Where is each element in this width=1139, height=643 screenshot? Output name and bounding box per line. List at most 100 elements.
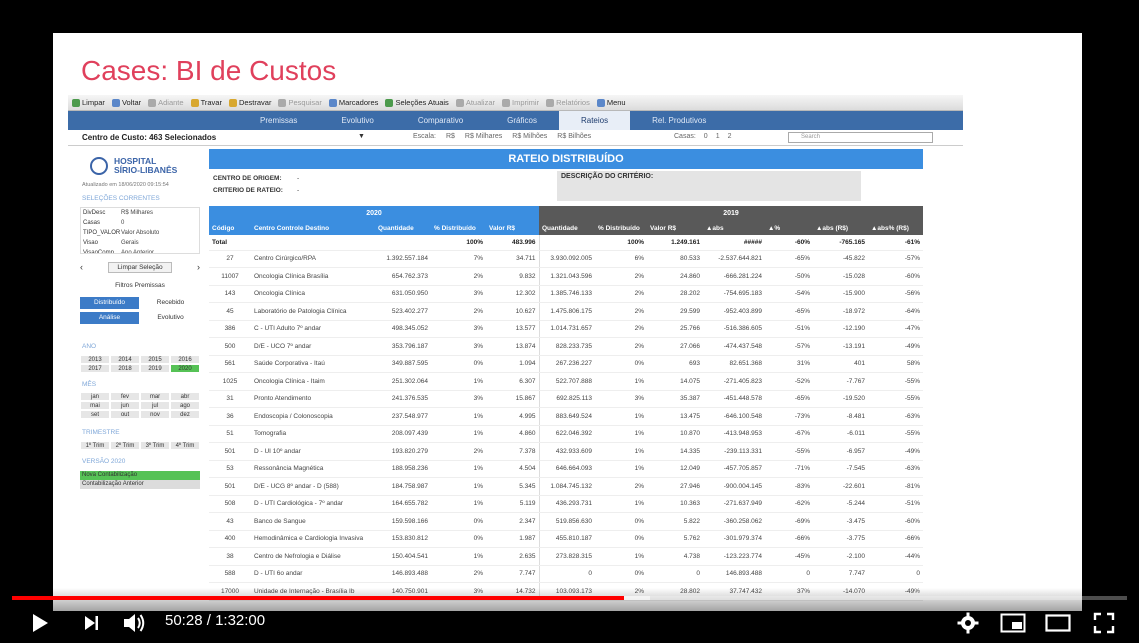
limpar-selecao-button[interactable]: Limpar Seleção — [108, 261, 172, 273]
play-button[interactable] — [27, 610, 53, 636]
toolbar-atualizar-button[interactable]: Atualizar — [455, 98, 495, 107]
table-row[interactable]: 43 Banco de Sangue 159.598.166 0% 2.347 519.8… — [209, 512, 923, 531]
versao-option-2[interactable]: Contabilização Anterior — [80, 480, 200, 489]
toolbar-voltar-button[interactable]: Voltar — [111, 98, 141, 107]
column-header[interactable]: Quantidade — [539, 221, 595, 235]
month-nov[interactable]: nov — [140, 410, 170, 419]
toolbar-sele-es-atuais-button[interactable]: Seleções Atuais — [385, 98, 449, 107]
escala-option-milhoes[interactable]: R$ Milhões — [512, 133, 547, 140]
tab-gr-ficos[interactable]: Gráficos — [485, 111, 559, 130]
table-row[interactable]: 31 Pronto Atendimento 241.376.535 3% 15.867 6… — [209, 390, 923, 408]
tab-comparativo[interactable]: Comparativo — [396, 111, 485, 130]
theater-button[interactable] — [1044, 610, 1072, 636]
column-header[interactable]: ▲abs (R$) — [813, 221, 868, 235]
table-row[interactable]: 27 Centro Cirúrgico/RPA 1.392.557.184 7% 34.… — [209, 250, 923, 268]
month-out[interactable]: out — [110, 410, 140, 419]
toolbar-limpar-button[interactable]: Limpar — [72, 98, 105, 107]
escala-option-bilhoes[interactable]: R$ Bilhões — [557, 133, 591, 140]
table-row[interactable]: 588 D - UTI 6o andar 146.893.488 2% 7.747 0 0%… — [209, 565, 923, 583]
column-header[interactable]: Centro Controle Destino — [251, 221, 375, 235]
selection-item[interactable]: Casas 0 — [81, 218, 199, 228]
year-2016[interactable]: 2016 — [170, 355, 200, 364]
toolbar-travar-button[interactable]: Travar — [190, 98, 222, 107]
table-row[interactable]: 501 D/E - UCG 8º andar - D (588) 184.758.9… — [209, 477, 923, 496]
toolbar-menu-button[interactable]: Menu — [596, 98, 626, 107]
tab-premissas[interactable]: Premissas — [238, 111, 319, 130]
table-row[interactable]: 36 Endoscopia / Colonoscopia 237.548.977 1%… — [209, 407, 923, 426]
settings-button[interactable] — [955, 610, 981, 636]
total-row[interactable]: Total 100% 483.996 100% 1.249.161 ##### -60% -7… — [209, 235, 923, 251]
table-row[interactable]: 501 D - UI 10º andar 193.820.279 2% 7.378 432… — [209, 442, 923, 461]
toolbar-relat-rios-button[interactable]: Relatórios — [546, 98, 590, 107]
nav-prev-button[interactable]: ‹ — [80, 262, 83, 272]
year-2020[interactable]: 2020 — [170, 364, 200, 373]
table-row[interactable]: 45 Laboratório de Patologia Clínica 523.40… — [209, 302, 923, 321]
month-jul[interactable]: jul — [140, 401, 170, 410]
table-row[interactable]: 38 Centro de Nefrologia e Diálise 150.404.… — [209, 547, 923, 566]
column-header[interactable]: ▲% — [765, 221, 813, 235]
month-set[interactable]: set — [80, 410, 110, 419]
versao-option-1[interactable]: Nova Contabilização — [80, 471, 200, 480]
tab-evolutivo[interactable]: Evolutivo — [319, 111, 395, 130]
volume-button[interactable] — [120, 610, 148, 636]
month-jan[interactable]: jan — [80, 392, 110, 401]
mode-button-an-lise[interactable]: Análise — [80, 312, 139, 324]
table-row[interactable]: 500 D/E - UCO 7º andar 353.796.187 3% 13.874… — [209, 337, 923, 356]
column-header[interactable]: Valor R$ — [486, 221, 539, 235]
toolbar-imprimir-button[interactable]: Imprimir — [502, 98, 539, 107]
mode-button-distribu-do[interactable]: Distribuído — [80, 297, 139, 309]
trimestre-3[interactable]: 3º Trim — [140, 441, 170, 450]
table-row[interactable]: 53 Ressonância Magnética 188.958.236 1% 4.50… — [209, 460, 923, 478]
toolbar-adiante-button[interactable]: Adiante — [148, 98, 184, 107]
table-row[interactable]: 400 Hemodinâmica e Cardiologia Invasiva 15… — [209, 530, 923, 548]
mode-button-evolutivo[interactable]: Evolutivo — [141, 312, 200, 324]
column-header[interactable]: Quantidade — [375, 221, 431, 235]
escala-option-milhares[interactable]: R$ Milhares — [465, 133, 502, 140]
table-row[interactable]: 143 Oncologia Clínica 631.050.950 3% 12.302 1… — [209, 285, 923, 303]
toolbar-pesquisar-button[interactable]: Pesquisar — [278, 98, 322, 107]
tab-rel-produtivos[interactable]: Rel. Produtivos — [630, 111, 728, 130]
month-mar[interactable]: mar — [140, 392, 170, 401]
selection-item[interactable]: DivDesc R$ Milhares — [81, 208, 199, 218]
month-ago[interactable]: ago — [170, 401, 200, 410]
table-row[interactable]: 561 Saúde Corporativa - Itaú 349.887.595 0%… — [209, 355, 923, 373]
escala-option-rs[interactable]: R$ — [446, 133, 455, 140]
month-jun[interactable]: jun — [110, 401, 140, 410]
column-header[interactable]: % Distribuído — [595, 221, 647, 235]
selection-item[interactable]: TIPO_VALOR Valor Absoluto — [81, 228, 199, 238]
table-row[interactable]: 51 Tomografia 208.097.439 1% 4.860 622.046.39… — [209, 425, 923, 443]
table-row[interactable]: 11007 Oncologia Clínica Brasília 654.762.3… — [209, 267, 923, 286]
progress-bar[interactable] — [12, 596, 1127, 600]
chevron-down-icon[interactable]: ▼ — [358, 133, 365, 140]
year-2017[interactable]: 2017 — [80, 364, 110, 373]
year-2014[interactable]: 2014 — [110, 355, 140, 364]
month-abr[interactable]: abr — [170, 392, 200, 401]
table-row[interactable]: 508 D - UTI Cardiológica - 7º andar 164.65… — [209, 495, 923, 513]
nav-next-button[interactable]: › — [197, 262, 200, 272]
year-2015[interactable]: 2015 — [140, 355, 170, 364]
video-player[interactable]: Cases: BI de Custos Limpar Voltar Adiante T… — [0, 0, 1139, 643]
toolbar-destravar-button[interactable]: Destravar — [228, 98, 271, 107]
search-input[interactable]: Search — [788, 132, 933, 143]
selection-item[interactable]: VisaoComp Ano Anterior — [81, 248, 199, 253]
casas-option-1[interactable]: 1 — [716, 133, 720, 140]
month-fev[interactable]: fev — [110, 392, 140, 401]
centro-custo-selector[interactable]: Centro de Custo: 463 Selecionados — [82, 133, 216, 142]
table-row[interactable]: 386 C - UTI Adulto 7º andar 498.345.052 3% 1… — [209, 320, 923, 338]
month-mai[interactable]: mai — [80, 401, 110, 410]
column-header[interactable]: ▲abs% (R$) — [868, 221, 923, 235]
mode-button-recebido[interactable]: Recebido — [141, 297, 200, 309]
column-header[interactable]: Código — [209, 221, 251, 235]
column-header[interactable]: % Distribuído — [431, 221, 486, 235]
table-row[interactable]: 1025 Oncologia Clínica - Itaim 251.302.064… — [209, 372, 923, 391]
column-header[interactable]: Valor R$ — [647, 221, 703, 235]
toolbar-marcadores-button[interactable]: Marcadores — [328, 98, 378, 107]
fullscreen-button[interactable] — [1090, 610, 1118, 636]
trimestre-2[interactable]: 2º Trim — [110, 441, 140, 450]
month-dez[interactable]: dez — [170, 410, 200, 419]
miniplayer-button[interactable] — [999, 610, 1027, 636]
casas-option-2[interactable]: 2 — [728, 133, 732, 140]
year-2018[interactable]: 2018 — [110, 364, 140, 373]
trimestre-1[interactable]: 1º Trim — [80, 441, 110, 450]
casas-option-0[interactable]: 0 — [704, 133, 708, 140]
